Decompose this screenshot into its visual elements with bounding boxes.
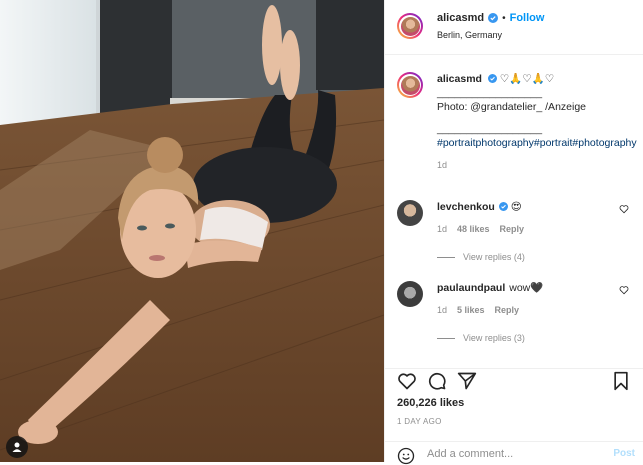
reply-button[interactable]: Reply — [495, 305, 520, 315]
separator-dot: • — [502, 12, 506, 24]
caption-divider: __________________ — [437, 123, 543, 135]
post-date: 1 DAY AGO — [397, 417, 442, 426]
bookmark-icon[interactable] — [611, 371, 631, 391]
comment-time: 1d — [437, 305, 448, 315]
comment-text: paulaundpaul wow🖤 — [437, 281, 543, 295]
comment-likes[interactable]: 5 likes — [457, 305, 485, 315]
heart-icon[interactable] — [397, 371, 417, 391]
commenter-username[interactable]: levchenkou — [437, 201, 495, 213]
commenter-username[interactable]: paulaundpaul — [437, 282, 505, 294]
view-replies-button[interactable]: View replies (3) — [437, 333, 525, 343]
post-side-panel: alicasmd • Follow Berlin, Germany alicas… — [384, 0, 643, 465]
post-header: alicasmd • Follow Berlin, Germany — [385, 0, 643, 55]
comment-item: paulaundpaul wow🖤 1d 5 likes Reply View r… — [385, 281, 643, 351]
verified-badge-icon — [488, 13, 499, 23]
comment-time: 1d — [437, 224, 448, 234]
comment-input[interactable] — [427, 446, 597, 462]
commenter-avatar[interactable] — [397, 200, 423, 226]
comment-icon[interactable] — [427, 371, 447, 391]
view-replies-button[interactable]: View replies (4) — [437, 252, 525, 262]
caption-photo-credit: Photo: @grandatelier_ /Anzeige — [437, 101, 587, 113]
replies-line — [437, 256, 455, 258]
caption-avatar[interactable] — [397, 72, 423, 98]
comment-body: wow🖤 — [509, 282, 544, 294]
post-location[interactable]: Berlin, Germany — [437, 30, 502, 40]
verified-badge-icon — [498, 202, 508, 211]
author-avatar[interactable] — [397, 13, 423, 39]
likes-count[interactable]: 260,226 likes — [397, 397, 464, 409]
comments-section[interactable]: alicasmd ♡🙏♡🙏♡ __________________ Photo:… — [385, 55, 643, 368]
verified-badge-icon — [487, 74, 497, 83]
replies-line — [437, 337, 455, 339]
paper-plane-icon[interactable] — [457, 371, 477, 391]
view-replies-label: View replies (3) — [463, 333, 525, 343]
caption: alicasmd ♡🙏♡🙏♡ __________________ Photo:… — [437, 72, 637, 172]
view-replies-label: View replies (4) — [463, 252, 525, 262]
caption-emojis: ♡🙏♡🙏♡ — [499, 73, 555, 85]
comment-body: 😍 — [510, 201, 522, 213]
follow-button[interactable]: Follow — [510, 12, 545, 24]
user-tag-button[interactable] — [6, 436, 28, 458]
caption-hashtags[interactable]: #portraitphotography#portrait#photograph… — [437, 136, 637, 150]
post-photo[interactable] — [0, 0, 384, 462]
caption-username[interactable]: alicasmd — [437, 73, 482, 85]
author-username[interactable]: alicasmd — [437, 12, 484, 24]
heart-icon[interactable] — [619, 285, 629, 295]
post-actions: 260,226 likes 1 DAY AGO Post — [385, 368, 643, 465]
person-tag-icon — [12, 442, 22, 452]
comment-text: levchenkou 😍 — [437, 200, 522, 214]
post-comment-button[interactable]: Post — [613, 448, 635, 459]
caption-time: 1d — [437, 160, 448, 170]
heart-icon[interactable] — [619, 204, 629, 214]
comment-likes[interactable]: 48 likes — [457, 224, 490, 234]
photo-illustration — [0, 0, 384, 462]
commenter-avatar[interactable] — [397, 281, 423, 307]
reply-button[interactable]: Reply — [500, 224, 525, 234]
comment-item: levchenkou 😍 1d 48 likes Reply View repl… — [385, 200, 643, 270]
comment-meta: 1d 5 likes Reply — [437, 305, 519, 315]
caption-divider: __________________ — [437, 87, 543, 99]
comment-meta: 1d 48 likes Reply — [437, 224, 524, 234]
add-comment-bar: Post — [385, 441, 643, 465]
smiley-icon[interactable] — [397, 447, 415, 465]
